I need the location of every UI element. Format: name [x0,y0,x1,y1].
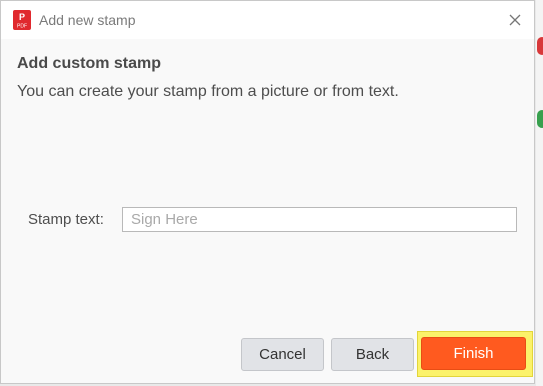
finish-button[interactable]: Finish [421,337,526,370]
dialog-titlebar: P PDF Add new stamp [1,1,534,39]
close-button[interactable] [504,9,526,31]
section-heading: Add custom stamp [17,55,162,72]
dialog-title: Add new stamp [39,12,136,28]
back-button[interactable]: Back [331,338,414,371]
pdf-app-icon: P PDF [13,10,31,30]
stamp-text-label: Stamp text: [28,211,104,228]
stamp-text-input[interactable] [122,207,517,232]
background-red-marker [537,37,543,55]
add-stamp-dialog: P PDF Add new stamp Add custom stamp You… [0,0,535,384]
close-icon [509,14,521,26]
section-description: You can create your stamp from a picture… [17,83,399,100]
background-green-marker [537,110,543,128]
svg-text:P: P [19,12,25,22]
background-window-edge [536,0,543,386]
app-icon-caption: PDF [17,24,27,30]
cancel-button[interactable]: Cancel [241,338,324,371]
